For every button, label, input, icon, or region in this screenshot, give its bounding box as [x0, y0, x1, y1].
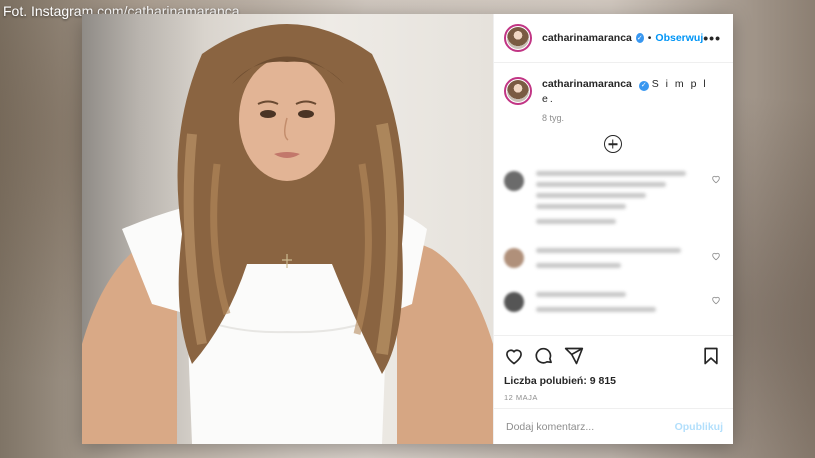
- like-heart-icon[interactable]: [504, 346, 524, 366]
- verified-badge-icon: ✓: [635, 33, 644, 43]
- comment-like-heart-icon[interactable]: [711, 174, 721, 184]
- more-options-icon[interactable]: •••: [703, 30, 721, 46]
- header-separator: •: [647, 32, 652, 44]
- like-count[interactable]: Liczba polubień: 9 815: [504, 375, 721, 387]
- post-photo[interactable]: [82, 14, 493, 444]
- share-send-icon[interactable]: [564, 346, 584, 366]
- post-actions: Liczba polubień: 9 815 12 MAJA: [494, 335, 733, 408]
- follow-button[interactable]: Obserwuj: [655, 32, 703, 44]
- owner-caption: catharinamaranca ✓ S i m p l e.: [504, 77, 721, 107]
- publish-button[interactable]: Opublikuj: [675, 421, 723, 433]
- comment-like-heart-icon[interactable]: [711, 251, 721, 261]
- caption-avatar[interactable]: [504, 77, 532, 105]
- header-username[interactable]: catharinamaranca: [542, 32, 632, 44]
- add-comment-bar: Opublikuj: [494, 408, 733, 444]
- comment-like-heart-icon[interactable]: [711, 295, 721, 305]
- blurred-comment: [504, 292, 721, 318]
- bookmark-icon[interactable]: [701, 346, 721, 366]
- load-more-comments-icon[interactable]: [603, 135, 622, 153]
- comment-input[interactable]: [506, 420, 675, 433]
- comment-bubble-icon[interactable]: [534, 346, 554, 366]
- avatar[interactable]: [504, 24, 532, 52]
- caption-time: 8 tyg.: [542, 113, 565, 123]
- post-header: catharinamaranca ✓ • Obserwuj •••: [494, 14, 733, 63]
- instagram-post: catharinamaranca ✓ • Obserwuj ••• cathar…: [82, 14, 733, 444]
- post-sidebar: catharinamaranca ✓ • Obserwuj ••• cathar…: [493, 14, 733, 444]
- portrait-image: [82, 24, 493, 444]
- comments-section[interactable]: catharinamaranca ✓ S i m p l e. 8 tyg.: [494, 63, 733, 335]
- caption-verified-badge-icon: ✓: [638, 80, 649, 91]
- caption-username[interactable]: catharinamaranca: [542, 78, 632, 90]
- blurred-comment: [504, 248, 721, 274]
- blurred-comment: [504, 171, 721, 230]
- post-date: 12 MAJA: [504, 393, 538, 402]
